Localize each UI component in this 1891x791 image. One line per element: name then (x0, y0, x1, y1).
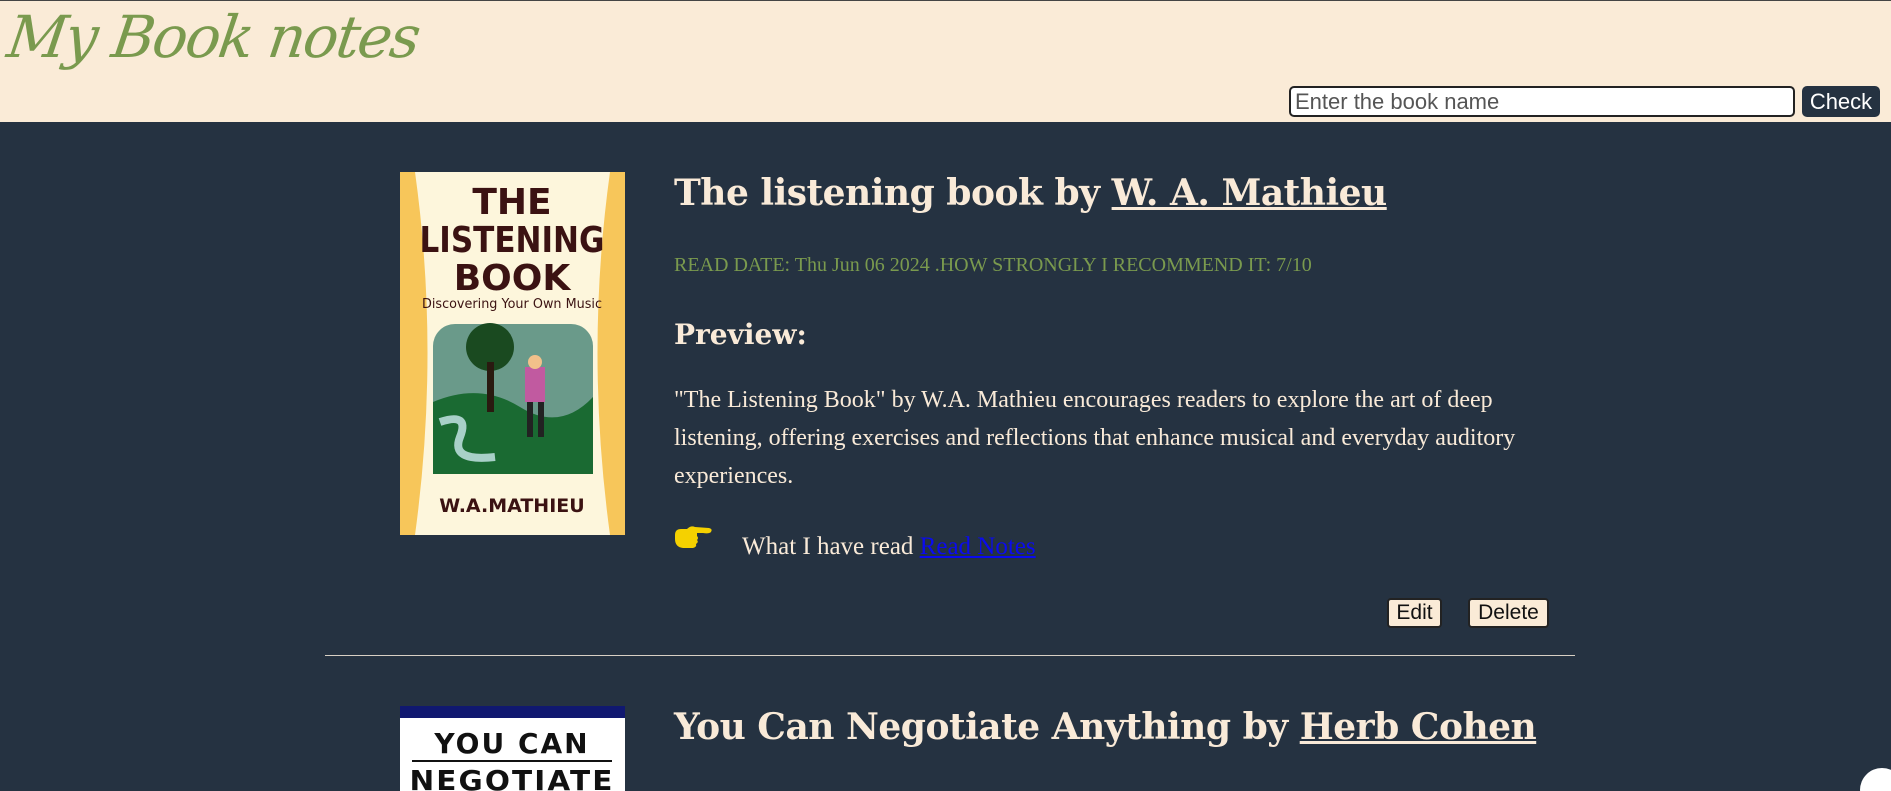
cover-title-line2: NEGOTIATE (410, 764, 615, 791)
cover-title-line1: YOU CAN (433, 727, 589, 760)
book-title-text: You Can Negotiate Anything (674, 706, 1231, 748)
book-cover-art: YOU CAN NEGOTIATE (400, 706, 625, 791)
author-link[interactable]: Herb Cohen (1300, 706, 1537, 748)
edit-button[interactable]: Edit (1387, 598, 1442, 628)
check-button[interactable]: Check (1802, 86, 1880, 117)
book-meta: READ DATE: Thu Jun 06 2024 .HOW STRONGLY… (674, 254, 1312, 276)
cover-author: W.A.MATHIEU (439, 495, 584, 517)
book-by: by (1242, 706, 1289, 748)
entry-divider (325, 655, 1575, 656)
book-by: by (1054, 172, 1100, 214)
read-notes-link[interactable]: Read Notes (920, 533, 1036, 560)
book-title-text: The listening book (674, 172, 1043, 214)
author-link[interactable]: W. A. Mathieu (1112, 172, 1388, 214)
preview-text: "The Listening Book" by W.A. Mathieu enc… (674, 387, 1516, 489)
cover-subtitle: Discovering Your Own Music (422, 297, 602, 312)
book-cover: YOU CAN NEGOTIATE (400, 706, 625, 791)
cover-title-line2: LISTENING (420, 220, 605, 261)
book-cover-art: THE LISTENING BOOK Discovering Your Own … (400, 172, 625, 535)
book-search-input[interactable] (1289, 86, 1795, 117)
header-bar: My Book notes Check (0, 0, 1891, 122)
book-cover: THE LISTENING BOOK Discovering Your Own … (400, 172, 625, 535)
cover-title-line3: BOOK (454, 258, 572, 299)
cover-title-line1: THE (472, 182, 551, 223)
book-title: The listening book by W. A. Mathieu (674, 172, 1387, 214)
read-prefix: What I have read (742, 533, 914, 560)
preview-heading: Preview: (674, 318, 807, 351)
site-logo[interactable]: My Book notes (3, 3, 423, 71)
pointing-hand-icon (675, 526, 712, 548)
book-title: You Can Negotiate Anything by Herb Cohen (674, 706, 1537, 748)
read-notes-line: What I have read Read Notes (742, 533, 1036, 561)
scroll-top-button[interactable] (1860, 768, 1891, 791)
delete-button[interactable]: Delete (1468, 598, 1549, 628)
